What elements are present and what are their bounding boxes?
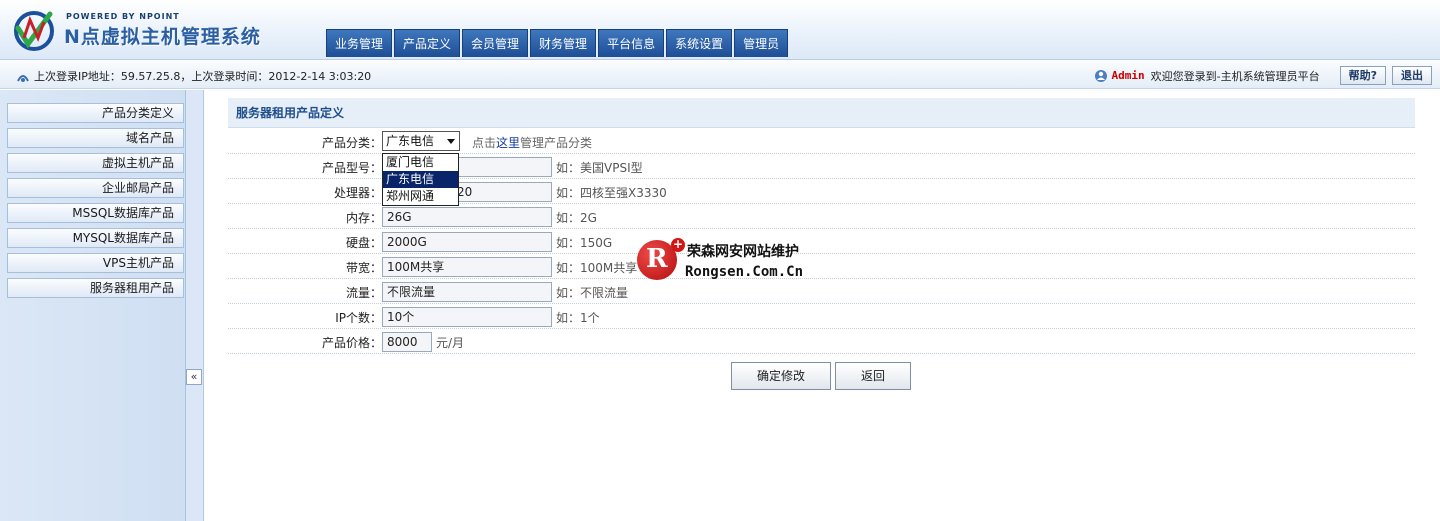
category-hint-suffix: 管理产品分类 bbox=[520, 136, 593, 150]
sidebar-item-mssql[interactable]: MSSQL数据库产品 bbox=[7, 203, 184, 223]
ip-input[interactable]: 10个 bbox=[382, 307, 552, 327]
form-title: 服务器租用产品定义 bbox=[228, 98, 1415, 128]
nav-tab-business[interactable]: 业务管理 bbox=[326, 29, 393, 57]
sidebar-item-server[interactable]: 服务器租用产品 bbox=[7, 278, 184, 298]
watermark-plus-icon: + bbox=[671, 237, 685, 252]
header: POWERED BY NPOINT N点虚拟主机管理系统 业务管理 产品定义 会… bbox=[0, 0, 1440, 60]
user-icon bbox=[1094, 69, 1107, 82]
category-option-selected[interactable]: 广东电信 bbox=[383, 171, 458, 188]
category-dropdown: 厦门电信 广东电信 郑州网通 bbox=[382, 153, 459, 206]
login-info-group: 上次登录IP地址：59.57.25.8，上次登录时间：2012-2-14 3:0… bbox=[16, 68, 371, 84]
main-nav: 业务管理 产品定义 会员管理 财务管理 平台信息 系统设置 管理员 bbox=[326, 29, 790, 57]
traffic-label: 流量： bbox=[345, 286, 382, 300]
category-label: 产品分类： bbox=[321, 136, 382, 150]
bandwidth-label: 带宽： bbox=[345, 261, 382, 275]
row-ip: IP个数： 10个 如：1个 bbox=[228, 304, 1415, 329]
bandwidth-input[interactable]: 100M共享 bbox=[382, 257, 552, 277]
info-bar: 上次登录IP地址：59.57.25.8，上次登录时间：2012-2-14 3:0… bbox=[0, 61, 1440, 89]
sidebar-item-vhost[interactable]: 虚拟主机产品 bbox=[7, 153, 184, 173]
cpu-label: 处理器： bbox=[333, 186, 382, 200]
nav-tab-platform[interactable]: 平台信息 bbox=[598, 29, 665, 57]
category-hint-prefix: 点击 bbox=[472, 136, 497, 150]
memory-hint: 如：2G bbox=[556, 211, 597, 225]
disk-label: 硬盘： bbox=[345, 236, 382, 250]
user-area: Admin 欢迎您登录到-主机系统管理员平台 帮助? 退出 bbox=[1094, 66, 1432, 85]
logo-icon bbox=[14, 11, 54, 51]
watermark-cn: 荣森网安网站维护 bbox=[687, 244, 799, 260]
brand-title: N点虚拟主机管理系统 bbox=[64, 26, 261, 48]
disk-input[interactable]: 2000G bbox=[382, 232, 552, 252]
nav-tab-member[interactable]: 会员管理 bbox=[462, 29, 529, 57]
watermark-r: R bbox=[646, 244, 668, 274]
logout-button[interactable]: 退出 bbox=[1392, 66, 1432, 85]
powered-by: POWERED BY NPOINT bbox=[66, 12, 180, 21]
admin-name: Admin bbox=[1111, 69, 1145, 82]
nav-tab-admin[interactable]: 管理员 bbox=[734, 29, 789, 57]
nav-tab-settings[interactable]: 系统设置 bbox=[666, 29, 733, 57]
sidebar-item-vps[interactable]: VPS主机产品 bbox=[7, 253, 184, 273]
disk-hint: 如：150G bbox=[556, 236, 613, 250]
model-hint: 如：美国VPSⅠ型 bbox=[556, 161, 643, 175]
watermark: R + 荣森网安网站维护 Rongsen.Com.Cn bbox=[637, 238, 827, 284]
price-label: 产品价格： bbox=[321, 336, 382, 350]
welcome-text: 欢迎您登录到-主机系统管理员平台 bbox=[1150, 69, 1320, 83]
submit-button[interactable]: 确定修改 bbox=[731, 362, 831, 390]
collapse-sidebar-button[interactable]: « bbox=[186, 369, 202, 385]
chevron-down-icon bbox=[447, 139, 455, 144]
sidebar-item-category[interactable]: 产品分类定义 bbox=[7, 103, 184, 123]
sidebar: 产品分类定义 域名产品 虚拟主机产品 企业邮局产品 MSSQL数据库产品 MYS… bbox=[0, 90, 186, 521]
row-memory: 内存： 26G 如：2G bbox=[228, 204, 1415, 229]
price-input[interactable]: 8000 bbox=[382, 332, 432, 352]
ip-label: IP个数： bbox=[335, 311, 382, 325]
login-info: 上次登录IP地址：59.57.25.8，上次登录时间：2012-2-14 3:0… bbox=[34, 70, 372, 83]
cpu-hint: 如：四核至强X3330 bbox=[556, 186, 667, 200]
memory-label: 内存： bbox=[345, 211, 382, 225]
sidebar-splitter bbox=[186, 90, 204, 521]
category-select-value: 广东电信 bbox=[386, 134, 435, 148]
sidebar-item-domain[interactable]: 域名产品 bbox=[7, 128, 184, 148]
help-button[interactable]: 帮助? bbox=[1339, 66, 1386, 85]
memory-input[interactable]: 26G bbox=[382, 207, 552, 227]
ip-hint: 如：1个 bbox=[556, 311, 600, 325]
row-price: 产品价格： 8000 元/月 bbox=[228, 329, 1415, 354]
category-option[interactable]: 郑州网通 bbox=[383, 188, 458, 205]
back-button[interactable]: 返回 bbox=[835, 362, 911, 390]
category-hint: 点击这里管理产品分类 bbox=[472, 134, 592, 151]
sidebar-item-mail[interactable]: 企业邮局产品 bbox=[7, 178, 184, 198]
nav-tab-finance[interactable]: 财务管理 bbox=[530, 29, 597, 57]
sidebar-item-mysql[interactable]: MYSQL数据库产品 bbox=[7, 228, 184, 248]
category-option[interactable]: 厦门电信 bbox=[383, 154, 458, 171]
bandwidth-hint: 如：100M共享 bbox=[556, 261, 638, 275]
price-unit: 元/月 bbox=[436, 336, 465, 350]
login-info-icon bbox=[17, 75, 29, 82]
traffic-input[interactable]: 不限流量 bbox=[382, 282, 552, 302]
traffic-hint: 如：不限流量 bbox=[556, 286, 629, 300]
category-select[interactable]: 广东电信 bbox=[382, 131, 460, 151]
watermark-en: Rongsen.Com.Cn bbox=[685, 264, 804, 280]
nav-tab-product[interactable]: 产品定义 bbox=[394, 29, 461, 57]
row-category: 产品分类： 广东电信 点击这里管理产品分类 bbox=[228, 129, 1415, 154]
manage-category-link[interactable]: 这里 bbox=[496, 136, 520, 150]
model-label: 产品型号： bbox=[321, 161, 382, 175]
